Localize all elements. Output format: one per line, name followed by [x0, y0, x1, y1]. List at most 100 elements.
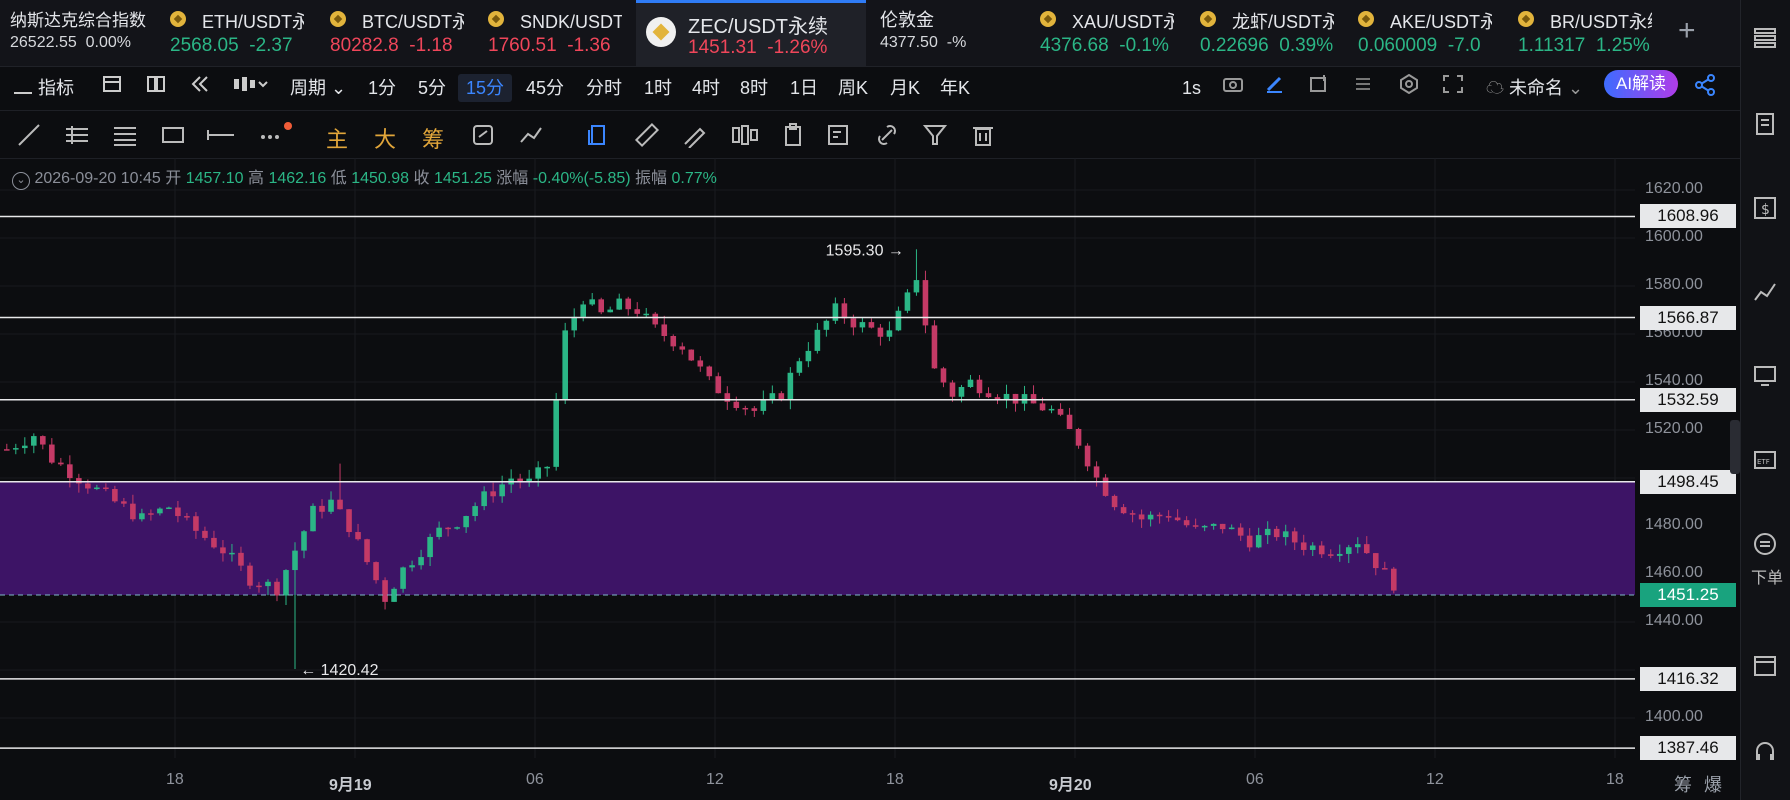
candle-type-button[interactable]: [232, 74, 268, 102]
place-order-label[interactable]: 下单: [1751, 564, 1783, 588]
side-collapse-handle[interactable]: [1730, 420, 1740, 474]
magnet-copy-icon[interactable]: [586, 122, 612, 148]
interval-1h[interactable]: 1时: [644, 74, 672, 102]
collapse-icon[interactable]: ⌄: [12, 172, 30, 190]
open-label: 开: [165, 170, 182, 187]
dollar-icon[interactable]: $: [1753, 196, 1777, 220]
candle-body: [1300, 542, 1307, 550]
candle-body: [40, 436, 46, 445]
grid-menu-icon[interactable]: [1753, 26, 1777, 50]
add-window-icon[interactable]: [1308, 74, 1330, 102]
ticker-sndk[interactable]: SNDK/USDT永续 1760.51 -1.36: [488, 0, 622, 66]
amplitude-label: 振幅: [635, 170, 668, 187]
ticker-btc[interactable]: BTC/USDT永续 80282.8 -1.18: [330, 0, 464, 66]
more-tools-icon[interactable]: [258, 122, 292, 148]
interval-15m[interactable]: 15分: [458, 74, 513, 102]
candle-body: [571, 316, 577, 331]
main-indicator-toggle[interactable]: 主: [326, 122, 352, 152]
ticker-zec-active[interactable]: ZEC/USDT永续 1451.31 -1.26%: [636, 0, 866, 66]
change-label: 涨幅: [496, 170, 529, 187]
footer-chip-button[interactable]: 筹: [1674, 771, 1692, 797]
add-ticker-plus-icon[interactable]: +: [1678, 14, 1696, 48]
ruler-icon[interactable]: [634, 122, 660, 148]
candle-body: [1138, 514, 1145, 520]
cloud-layout-dropdown[interactable]: ☁ 未命名 ⌄: [1486, 74, 1583, 102]
candle-body: [841, 303, 848, 319]
horizontal-line-icon[interactable]: [206, 122, 234, 148]
ticker-london-gold[interactable]: 伦敦金 4377.50 -%: [880, 0, 1000, 66]
candle-body: [58, 462, 64, 465]
interval-week[interactable]: 周K: [838, 74, 868, 102]
candle-body: [499, 484, 505, 497]
big-order-toggle[interactable]: 大: [374, 122, 400, 152]
interval-1m[interactable]: 1分: [368, 74, 396, 102]
time-tick-label: 18: [1606, 771, 1624, 788]
filter-icon[interactable]: [922, 122, 948, 148]
ticker-br[interactable]: BR/USDT永续 1.11317 1.25%: [1518, 0, 1652, 66]
interval-year[interactable]: 年K: [940, 74, 970, 102]
list-icon[interactable]: [1352, 74, 1374, 102]
ticker-nasdaq[interactable]: 纳斯达克综合指数 26522.55 0.00%: [10, 0, 150, 66]
edit-note-icon[interactable]: [826, 122, 852, 148]
trash-icon[interactable]: [970, 122, 996, 148]
candle-body: [1264, 528, 1271, 536]
brush-icon[interactable]: [682, 122, 708, 149]
candle-tool-icon[interactable]: [730, 122, 758, 148]
ticker-xau[interactable]: XAU/USDT永续 4376.68 -0.1%: [1040, 0, 1174, 66]
settings-gear-icon[interactable]: [1398, 73, 1420, 102]
clipboard-icon[interactable]: [780, 122, 806, 148]
ticker-ake[interactable]: AKE/USDT永续 0.060009 -7.0: [1358, 0, 1492, 66]
line-price-label[interactable]: 1498.45: [1640, 469, 1736, 494]
line-price-label[interactable]: 1416.32: [1640, 666, 1736, 691]
price-tick-label: 1440.00: [1645, 612, 1703, 629]
refresh-rate[interactable]: 1s: [1182, 74, 1201, 102]
document-icon[interactable]: [1753, 112, 1777, 136]
ticker-bar: 纳斯达克综合指数 26522.55 0.00% ETH/USDT永续 2568.…: [0, 0, 1740, 67]
line-price-label[interactable]: 1608.96: [1640, 204, 1736, 229]
ticker-lobster[interactable]: 龙虾/USDT永续 0.22696 0.39%: [1200, 0, 1334, 66]
order-swap-icon[interactable]: [1753, 532, 1777, 556]
candle-body: [544, 466, 550, 469]
interval-45m[interactable]: 45分: [526, 74, 564, 102]
fullscreen-icon[interactable]: [1442, 74, 1464, 102]
interval-month[interactable]: 月K: [890, 74, 920, 102]
coin-icon: [1518, 11, 1534, 27]
link-icon[interactable]: [874, 122, 900, 148]
monitor-icon[interactable]: [1753, 364, 1777, 388]
camera-icon[interactable]: [1222, 74, 1244, 102]
ai-interpret-button[interactable]: AI解读: [1604, 70, 1679, 98]
etf-icon[interactable]: ETF: [1753, 448, 1777, 472]
indicator-button[interactable]: 指标: [14, 74, 74, 102]
period-dropdown[interactable]: 周期 ⌄: [290, 74, 346, 102]
line-price-label[interactable]: 1387.46: [1640, 736, 1736, 761]
sync-icon[interactable]: [470, 122, 496, 148]
fib-retracement-icon[interactable]: [112, 122, 138, 148]
path-tool-icon[interactable]: [518, 122, 544, 148]
layout-icon[interactable]: [146, 74, 166, 102]
candle-body: [382, 580, 388, 602]
rewind-icon[interactable]: [190, 74, 210, 102]
candlestick-chart[interactable]: 1595.30 → ← 1420.42: [0, 158, 1740, 798]
chip-toggle[interactable]: 筹: [422, 122, 448, 152]
ticker-eth[interactable]: ETH/USDT永续 2568.05 -2.37: [170, 0, 304, 66]
headset-icon[interactable]: [1753, 740, 1777, 764]
trend-line-icon[interactable]: [16, 122, 42, 148]
parallel-channel-icon[interactable]: [64, 122, 90, 148]
calendar-icon[interactable]: [102, 74, 122, 102]
line-price-label[interactable]: 1532.59: [1640, 387, 1736, 412]
interval-timeline[interactable]: 分时: [586, 74, 622, 102]
interval-5m[interactable]: 5分: [418, 74, 446, 102]
footer-burst-button[interactable]: 爆: [1704, 771, 1722, 797]
window-icon[interactable]: [1753, 654, 1777, 678]
line-price-label[interactable]: 1566.87: [1640, 305, 1736, 330]
candle-body: [193, 516, 199, 531]
pen-icon[interactable]: [1264, 74, 1286, 102]
candle-body: [1093, 466, 1100, 478]
interval-4h[interactable]: 4时: [692, 74, 720, 102]
ticker-change: 1.25%: [1595, 35, 1650, 56]
share-icon[interactable]: [1694, 74, 1716, 102]
rectangle-icon[interactable]: [160, 122, 186, 148]
stats-chart-icon[interactable]: [1753, 280, 1777, 304]
interval-1d[interactable]: 1日: [790, 74, 818, 102]
interval-8h[interactable]: 8时: [740, 74, 768, 102]
